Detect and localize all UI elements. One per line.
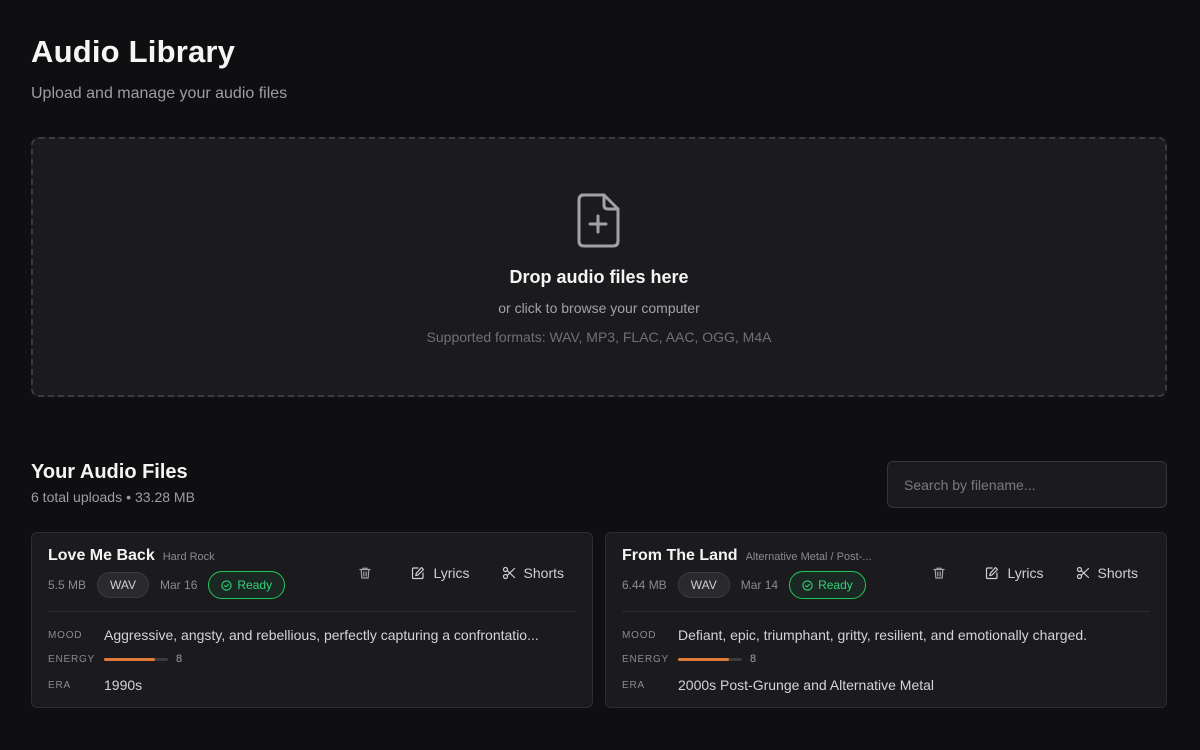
card-divider: [48, 611, 576, 612]
era-value: 2000s Post-Grunge and Alternative Metal: [678, 677, 935, 693]
total-size: 33.28 MB: [134, 489, 195, 505]
shorts-button[interactable]: Shorts: [490, 561, 576, 585]
upload-date: Mar 16: [160, 578, 198, 592]
upload-dropzone[interactable]: Drop audio files here or click to browse…: [31, 137, 1167, 397]
status-badge: Ready: [789, 571, 866, 599]
format-badge: WAV: [97, 572, 150, 598]
page-subtitle: Upload and manage your audio files: [31, 85, 288, 102]
check-circle-icon: [221, 579, 233, 591]
mood-label: MOOD: [622, 629, 657, 641]
status-badge: Ready: [208, 571, 286, 599]
trash-icon: [359, 567, 372, 579]
search-input[interactable]: [887, 461, 1167, 508]
file-size: 6.44 MB: [622, 578, 667, 592]
energy-label: ENERGY: [622, 653, 670, 665]
file-size: 5.5 MB: [48, 578, 87, 592]
mood-row: MOOD Aggressive, angsty, and rebellious,…: [48, 627, 576, 643]
shorts-label: Shorts: [1097, 565, 1138, 581]
energy-value: 8: [176, 653, 183, 665]
delete-button[interactable]: [345, 561, 385, 585]
era-label: ERA: [48, 679, 71, 691]
card-actions: Lyrics Shorts: [919, 561, 1150, 585]
energy-bar-fill: [104, 657, 156, 661]
card-header: Love Me Back Hard Rock 5.5 MB WAV Mar 16…: [48, 547, 318, 599]
energy-label: ENERGY: [48, 653, 96, 665]
era-row: ERA 1990s: [48, 677, 576, 693]
separator-dot: •: [126, 489, 131, 505]
card-actions: Lyrics Shorts: [345, 561, 576, 585]
upload-date: Mar 14: [740, 578, 779, 592]
status-label: Ready: [818, 578, 853, 592]
energy-row: ENERGY 8: [48, 653, 576, 665]
page-header: Audio Library Upload and manage your aud…: [31, 34, 287, 103]
files-section-meta: 6 total uploads • 33.28 MB: [31, 489, 195, 505]
file-genre: Hard Rock: [162, 551, 215, 563]
edit-icon: [986, 566, 999, 580]
supported-formats: Supported formats: WAV, MP3, FLAC, AAC, …: [426, 329, 772, 345]
card-divider: [622, 611, 1150, 612]
energy-bar: [678, 657, 742, 661]
edit-icon: [412, 566, 425, 580]
era-row: ERA 2000s Post-Grunge and Alternative Me…: [622, 677, 1150, 693]
lyrics-label: Lyrics: [433, 565, 470, 581]
card-header: From The Land Alternative Metal / Post-.…: [622, 547, 892, 599]
check-circle-icon: [802, 579, 813, 591]
lyrics-button[interactable]: Lyrics: [399, 561, 481, 585]
page-title: Audio Library: [31, 34, 236, 69]
file-title: Love Me Back: [48, 547, 155, 564]
mood-label: MOOD: [48, 629, 83, 641]
mood-value: Aggressive, angsty, and rebellious, perf…: [104, 627, 539, 643]
total-uploads: 6 total uploads: [31, 489, 123, 505]
trash-icon: [933, 567, 946, 579]
audio-file-card: Love Me Back Hard Rock 5.5 MB WAV Mar 16…: [31, 532, 593, 708]
status-label: Ready: [237, 578, 273, 592]
lyrics-label: Lyrics: [1007, 565, 1044, 581]
file-title: From The Land: [622, 547, 738, 564]
energy-bar-fill: [678, 657, 730, 661]
mood-value: Defiant, epic, triumphant, gritty, resil…: [678, 627, 1088, 643]
scissors-icon: [1076, 566, 1089, 580]
energy-row: ENERGY 8: [622, 653, 1150, 665]
dropzone-title: Drop audio files here: [509, 267, 689, 287]
file-plus-icon: [577, 193, 620, 248]
format-badge: WAV: [677, 572, 730, 598]
shorts-label: Shorts: [523, 565, 564, 581]
dropzone-subtitle: or click to browse your computer: [498, 300, 700, 316]
audio-file-card: From The Land Alternative Metal / Post-.…: [605, 532, 1167, 708]
delete-button[interactable]: [919, 561, 959, 585]
lyrics-button[interactable]: Lyrics: [973, 561, 1055, 585]
scissors-icon: [502, 566, 515, 580]
mood-row: MOOD Defiant, epic, triumphant, gritty, …: [622, 627, 1150, 643]
era-label: ERA: [622, 679, 645, 691]
shorts-button[interactable]: Shorts: [1064, 561, 1150, 585]
file-genre: Alternative Metal / Post-...: [745, 551, 872, 563]
energy-bar: [104, 657, 168, 661]
files-section-title: Your Audio Files: [31, 461, 188, 483]
energy-value: 8: [750, 653, 757, 665]
era-value: 1990s: [104, 677, 143, 693]
